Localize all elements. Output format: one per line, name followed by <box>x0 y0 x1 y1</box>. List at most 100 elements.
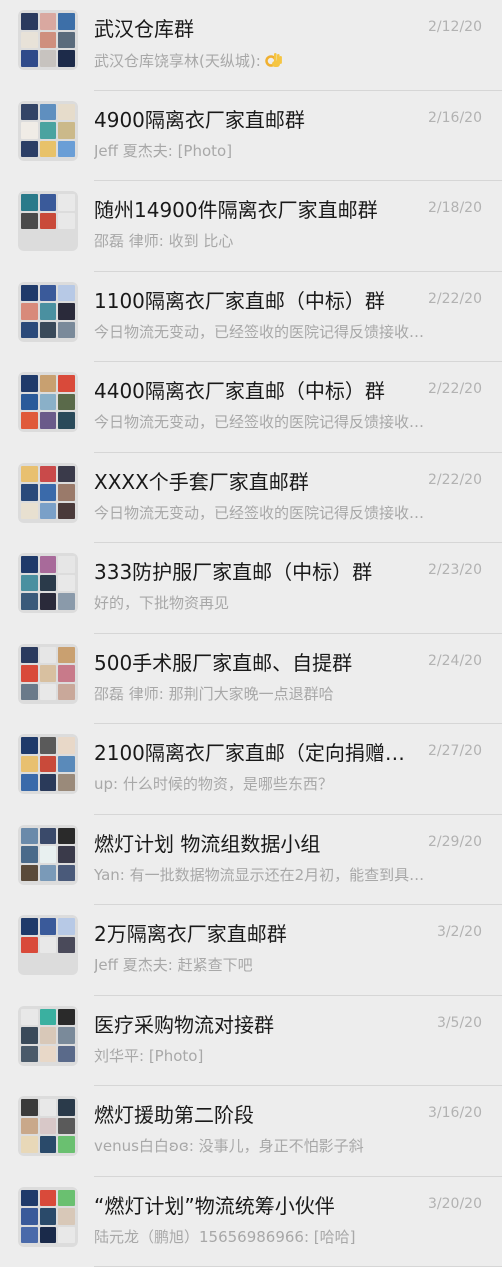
chat-name: 1100隔离衣厂家直邮（中标）群 <box>94 288 409 314</box>
chat-list-item[interactable]: 4400隔离衣厂家直邮（中标）群2/22/20今日物流无变动，已经签收的医院记得… <box>0 362 502 453</box>
chat-last-message-text: Jeff 夏杰夫: [Photo] <box>94 142 232 160</box>
avatar-tile <box>58 194 75 211</box>
avatar-tile <box>21 1208 38 1225</box>
avatar-tile <box>58 937 75 954</box>
avatar-tile <box>21 503 38 520</box>
group-avatar[interactable] <box>18 1006 78 1066</box>
avatar-tile <box>40 412 57 429</box>
avatar-tile <box>58 1208 75 1225</box>
chat-last-message: 邵磊 律师: 收到 比心 <box>94 231 434 251</box>
chat-timestamp: 3/2/20 <box>437 922 482 942</box>
chat-timestamp: 2/23/20 <box>428 560 482 580</box>
group-avatar[interactable] <box>18 915 78 975</box>
avatar-tile <box>40 1118 57 1135</box>
avatar-tile <box>58 375 75 392</box>
avatar-tile <box>40 122 57 139</box>
group-avatar[interactable] <box>18 825 78 885</box>
chat-timestamp: 3/5/20 <box>437 1013 482 1033</box>
avatar-tile <box>21 466 38 483</box>
avatar-tile <box>40 756 57 773</box>
avatar-tile <box>58 647 75 664</box>
avatar-tile <box>21 32 38 49</box>
chat-timestamp: 2/12/20 <box>428 17 482 37</box>
chat-name: 4900隔离衣厂家直邮群 <box>94 107 409 133</box>
chat-list-item[interactable]: XXXX个手套厂家直邮群2/22/20今日物流无变动，已经签收的医院记得反馈接收… <box>0 453 502 544</box>
chat-last-message: up: 什么时候的物资，是哪些东西？ <box>94 774 434 794</box>
avatar-tile <box>21 828 38 845</box>
chat-name: 500手术服厂家直邮、自提群 <box>94 650 409 676</box>
avatar-tile <box>58 1046 75 1063</box>
avatar-tile <box>40 774 57 791</box>
chat-list-item[interactable]: 1100隔离衣厂家直邮（中标）群2/22/20今日物流无变动，已经签收的医院记得… <box>0 272 502 363</box>
chat-last-message: 今日物流无变动，已经签收的医院记得反馈接收情况 <box>94 322 434 342</box>
chat-last-message: 武汉仓库饶享林(天纵城): <box>94 50 434 75</box>
avatar-tile <box>58 141 75 158</box>
chat-list-item[interactable]: 武汉仓库群2/12/20武汉仓库饶享林(天纵城): <box>0 0 502 91</box>
group-avatar[interactable] <box>18 372 78 432</box>
chat-list-item[interactable]: 医疗采购物流对接群 3/5/20 刘华平: [Photo] <box>0 996 502 1087</box>
avatar-tile <box>40 1136 57 1153</box>
chat-last-message-text: Jeff 夏杰夫: 赶紧查下吧 <box>94 956 253 974</box>
chat-list-item[interactable]: 500手术服厂家直邮、自提群2/24/20邵磊 律师: 那荆门大家晚一点退群哈 <box>0 634 502 725</box>
chat-list-item[interactable]: 燃灯援助第二阶段3/16/20venus白白ʚɞ: 没事儿，身正不怕影子斜 <box>0 1086 502 1177</box>
avatar-tile <box>40 32 57 49</box>
avatar-tile <box>21 303 38 320</box>
chat-timestamp: 2/18/20 <box>428 198 482 218</box>
chat-list-item[interactable]: 4900隔离衣厂家直邮群2/16/20Jeff 夏杰夫: [Photo] <box>0 91 502 182</box>
avatar-tile <box>40 375 57 392</box>
avatar-tile <box>21 737 38 754</box>
avatar-tile <box>58 32 75 49</box>
chat-list-item[interactable]: 随州14900件隔离衣厂家直邮群2/18/20邵磊 律师: 收到 比心 <box>0 181 502 272</box>
avatar-tile <box>40 141 57 158</box>
chat-last-message-text: 刘华平: [Photo] <box>94 1047 203 1065</box>
chat-list-item[interactable]: 333防护服厂家直邮（中标）群 2/23/20 好的，下批物资再见 <box>0 543 502 634</box>
group-avatar[interactable] <box>18 734 78 794</box>
chat-last-message-text: 今日物流无变动，已经签收的医院记得反馈接收情况 <box>94 504 434 522</box>
chat-last-message-text: venus白白ʚɞ: 没事儿，身正不怕影子斜 <box>94 1137 364 1155</box>
avatar-tile <box>58 865 75 882</box>
group-avatar[interactable] <box>18 101 78 161</box>
avatar-tile <box>58 466 75 483</box>
chat-name: 医疗采购物流对接群 <box>94 1012 409 1038</box>
avatar-tile <box>40 1227 57 1244</box>
avatar-tile <box>40 503 57 520</box>
avatar-tile <box>58 1118 75 1135</box>
chat-timestamp: 2/27/20 <box>428 741 482 761</box>
chat-list-item[interactable]: 2100隔离衣厂家直邮（定向捐赠）群2/27/20up: 什么时候的物资，是哪些… <box>0 724 502 815</box>
chat-name: 333防护服厂家直邮（中标）群 <box>94 559 409 585</box>
group-avatar[interactable] <box>18 10 78 70</box>
group-avatar[interactable] <box>18 282 78 342</box>
chat-last-message: 好的，下批物资再见 <box>94 593 434 613</box>
avatar-tile <box>21 774 38 791</box>
avatar-tile <box>40 466 57 483</box>
avatar-tile <box>40 322 57 339</box>
avatar-tile <box>40 394 57 411</box>
avatar-tile <box>40 13 57 30</box>
group-avatar[interactable] <box>18 1096 78 1156</box>
avatar-tile <box>40 647 57 664</box>
avatar-tile <box>21 665 38 682</box>
chat-list-item[interactable]: “燃灯计划”物流统筹小伙伴3/20/20陆元龙（鹏旭）15656986966: … <box>0 1177 502 1267</box>
avatar-tile <box>40 1190 57 1207</box>
avatar-tile <box>40 937 57 954</box>
group-avatar[interactable] <box>18 463 78 523</box>
avatar-tile <box>58 303 75 320</box>
group-avatar[interactable] <box>18 191 78 251</box>
avatar-tile <box>58 774 75 791</box>
avatar-tile <box>21 484 38 501</box>
chat-list-item[interactable]: 燃灯计划 物流组数据小组2/29/20Yan: 有一批数据物流显示还在2月初，能… <box>0 815 502 906</box>
avatar-tile <box>40 303 57 320</box>
avatar-tile <box>21 647 38 664</box>
avatar-tile <box>21 593 38 610</box>
chat-last-message-text: Yan: 有一批数据物流显示还在2月初，能查到具体情况吗 <box>94 866 434 884</box>
avatar-tile <box>21 937 38 954</box>
group-avatar[interactable] <box>18 644 78 704</box>
chat-last-message: Jeff 夏杰夫: [Photo] <box>94 141 434 161</box>
avatar-tile <box>21 1227 38 1244</box>
chat-list-item[interactable]: 2万隔离衣厂家直邮群3/2/20Jeff 夏杰夫: 赶紧查下吧 <box>0 905 502 996</box>
chat-last-message: 刘华平: [Photo] <box>94 1046 434 1066</box>
group-avatar[interactable] <box>18 553 78 613</box>
avatar-tile <box>40 593 57 610</box>
group-avatar[interactable] <box>18 1187 78 1247</box>
avatar-tile <box>40 865 57 882</box>
